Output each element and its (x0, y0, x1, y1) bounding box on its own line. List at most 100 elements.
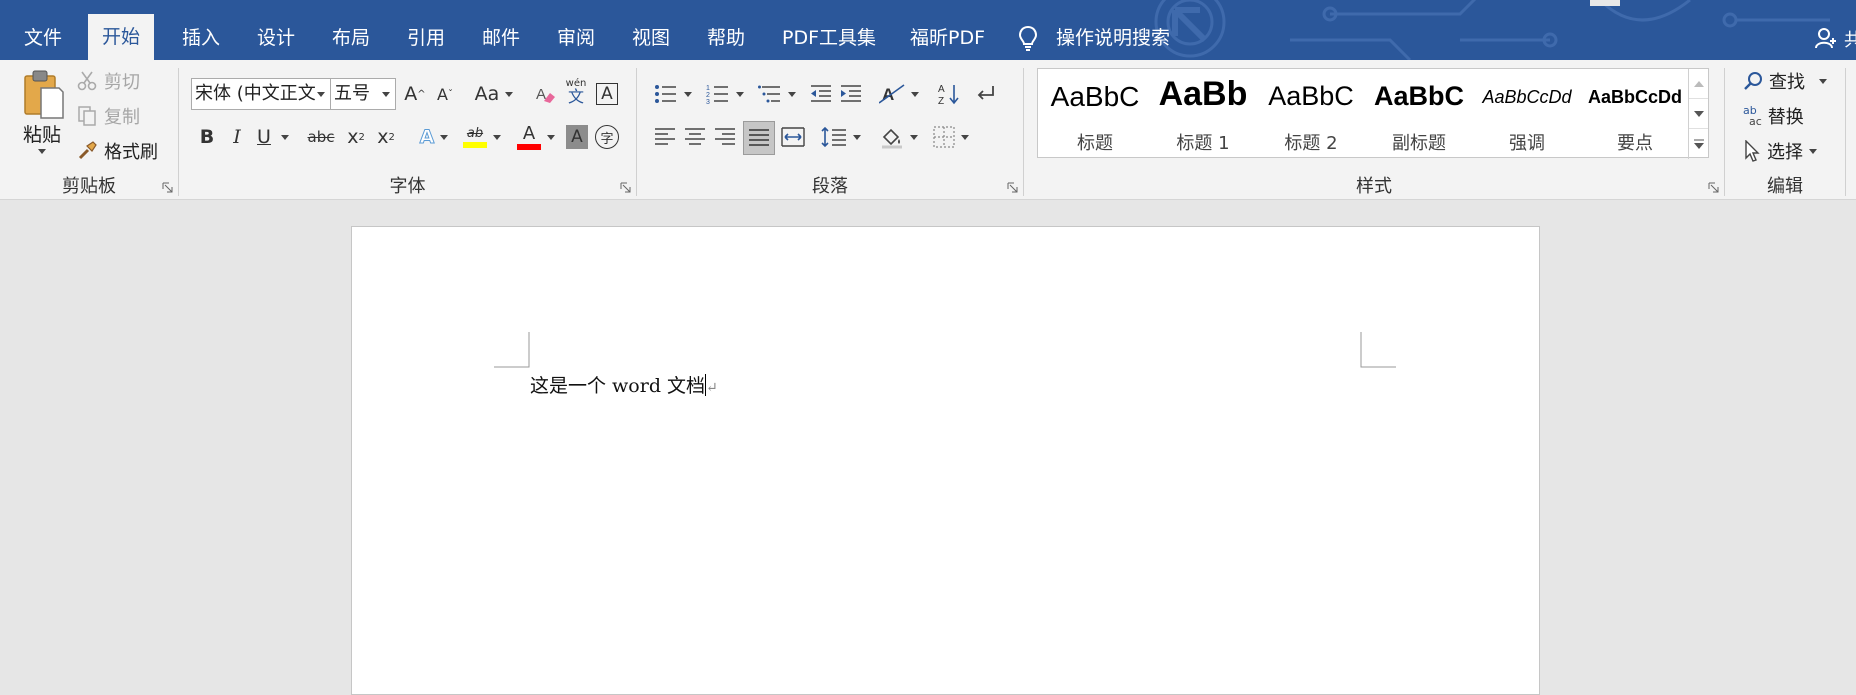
font-color-swatch (517, 143, 541, 150)
bold-button[interactable]: B (193, 122, 221, 152)
tab-review[interactable]: 审阅 (543, 18, 609, 60)
bold-icon: B (199, 126, 215, 148)
tab-references[interactable]: 引用 (393, 18, 459, 60)
style-emphasis[interactable]: AaBbCcDd 强调 (1474, 69, 1580, 159)
asian-layout-button[interactable]: A (877, 79, 921, 109)
line-spacing-button[interactable] (819, 122, 863, 152)
share-label-partial[interactable]: 共 (1844, 26, 1856, 52)
align-right-button[interactable] (711, 122, 739, 152)
replace-button[interactable]: ab ac 替换 (1743, 103, 1804, 129)
paragraph-launcher-icon[interactable] (1007, 182, 1019, 194)
tab-home[interactable]: 开始 (88, 14, 155, 60)
highlight-swatch (463, 141, 487, 148)
increase-indent-button[interactable] (837, 79, 865, 109)
styles-launcher-icon[interactable] (1708, 182, 1720, 194)
font-name-combo[interactable]: 宋体 (中文正文 (191, 78, 331, 110)
shading-button[interactable] (877, 122, 921, 152)
character-shading-button[interactable]: A (563, 122, 591, 152)
line-spacing-icon (821, 126, 846, 148)
chevron-down-icon[interactable] (1819, 78, 1827, 84)
paste-button[interactable]: 粘贴 (16, 68, 68, 154)
numbering-button[interactable]: 1 2 3 (703, 79, 747, 109)
font-launcher-icon[interactable] (620, 182, 632, 194)
change-case-button[interactable]: Aa (473, 79, 515, 109)
enclose-characters-button[interactable]: 字 (593, 122, 621, 152)
borders-button[interactable] (929, 122, 973, 152)
chevron-down-icon[interactable] (317, 92, 325, 97)
superscript-button[interactable]: x2 (372, 122, 400, 152)
margin-corner-top-left (494, 332, 530, 368)
decrease-indent-button[interactable] (807, 79, 835, 109)
strikethrough-icon: abc (307, 128, 335, 146)
subscript-button[interactable]: x2 (342, 122, 370, 152)
underline-icon: U (257, 126, 271, 148)
phonetic-guide-button[interactable]: wén 文 (562, 77, 590, 107)
replace-icon: ab ac (1743, 104, 1762, 128)
borders-icon (933, 126, 955, 148)
tab-foxit-pdf[interactable]: 福昕PDF (896, 18, 999, 60)
select-button[interactable]: 选择 (1743, 138, 1817, 164)
cut-button[interactable]: 剪切 (76, 68, 140, 94)
numbered-list-icon: 1 2 3 (706, 85, 728, 105)
document-body-text[interactable]: 这是一个 word 文档↵ (530, 371, 718, 398)
svg-text:1: 1 (706, 85, 710, 92)
style-sample: AaBbC (1373, 81, 1464, 111)
copy-button[interactable]: 复制 (76, 103, 140, 129)
bullets-button[interactable] (651, 79, 695, 109)
tell-me-search[interactable]: 操作说明搜索 (1018, 18, 1170, 58)
style-name: 强调 (1509, 133, 1545, 154)
underline-button[interactable]: U (253, 122, 293, 152)
align-center-button[interactable] (681, 122, 709, 152)
tab-layout[interactable]: 布局 (318, 18, 384, 60)
strikethrough-button[interactable]: abc (303, 122, 339, 152)
italic-button[interactable]: I (223, 122, 251, 152)
font-color-button[interactable]: A (513, 122, 559, 152)
find-button[interactable]: 查找 (1743, 68, 1827, 94)
lightbulb-icon (1018, 25, 1038, 51)
style-heading-2[interactable]: AaBbC 标题 2 (1258, 69, 1364, 159)
font-size-value: 五号 (334, 83, 370, 104)
chevron-down-icon[interactable] (382, 92, 390, 97)
document-page[interactable]: 这是一个 word 文档↵ (351, 226, 1540, 695)
multilevel-list-button[interactable] (755, 79, 799, 109)
gallery-scroll-down[interactable] (1689, 99, 1708, 129)
tab-help[interactable]: 帮助 (693, 18, 759, 60)
tab-insert[interactable]: 插入 (168, 18, 234, 60)
asian-layout-icon: A (879, 84, 905, 104)
grow-font-button[interactable]: A ^ (401, 79, 429, 109)
shrink-font-button[interactable]: Aˇ (431, 79, 459, 109)
style-heading-1[interactable]: AaBb 标题 1 (1150, 69, 1256, 159)
gallery-more[interactable] (1689, 129, 1708, 159)
tab-design[interactable]: 设计 (243, 18, 309, 60)
text-effects-icon: A (419, 126, 435, 149)
style-strong[interactable]: AaBbCcDd 要点 (1582, 69, 1688, 159)
distributed-button[interactable] (779, 122, 807, 152)
tab-pdf-tools[interactable]: PDF工具集 (768, 18, 890, 60)
highlight-color-button[interactable]: ab (459, 122, 505, 152)
style-title[interactable]: AaBbC 标题 (1042, 69, 1148, 159)
increase-indent-icon (841, 85, 861, 102)
style-sample: AaBbCcDd (1587, 87, 1682, 107)
gallery-scroll-up[interactable] (1689, 69, 1708, 99)
paste-label: 粘贴 (22, 124, 61, 146)
share-user-icon[interactable] (1814, 26, 1838, 50)
clipboard-launcher-icon[interactable] (162, 182, 174, 194)
paste-dropdown-icon[interactable] (38, 149, 46, 154)
font-size-combo[interactable]: 五号 (330, 78, 396, 110)
decrease-indent-icon (811, 85, 831, 102)
sort-button[interactable]: A Z (935, 79, 963, 109)
style-name: 副标题 (1392, 133, 1446, 154)
justify-button[interactable] (743, 121, 775, 155)
tab-view[interactable]: 视图 (618, 18, 684, 60)
clear-formatting-button[interactable]: A (531, 79, 559, 109)
tab-file[interactable]: 文件 (10, 18, 76, 60)
show-formatting-marks-button[interactable] (971, 79, 999, 109)
chevron-down-icon[interactable] (1809, 148, 1817, 154)
bullet-list-icon (655, 85, 676, 103)
tab-mailings[interactable]: 邮件 (468, 18, 534, 60)
text-effects-button[interactable]: A (413, 122, 455, 152)
style-subtitle[interactable]: AaBbC 副标题 (1366, 69, 1472, 159)
format-painter-button[interactable]: 格式刷 (76, 138, 158, 164)
align-left-button[interactable] (651, 122, 679, 152)
character-border-button[interactable]: A (593, 79, 621, 109)
